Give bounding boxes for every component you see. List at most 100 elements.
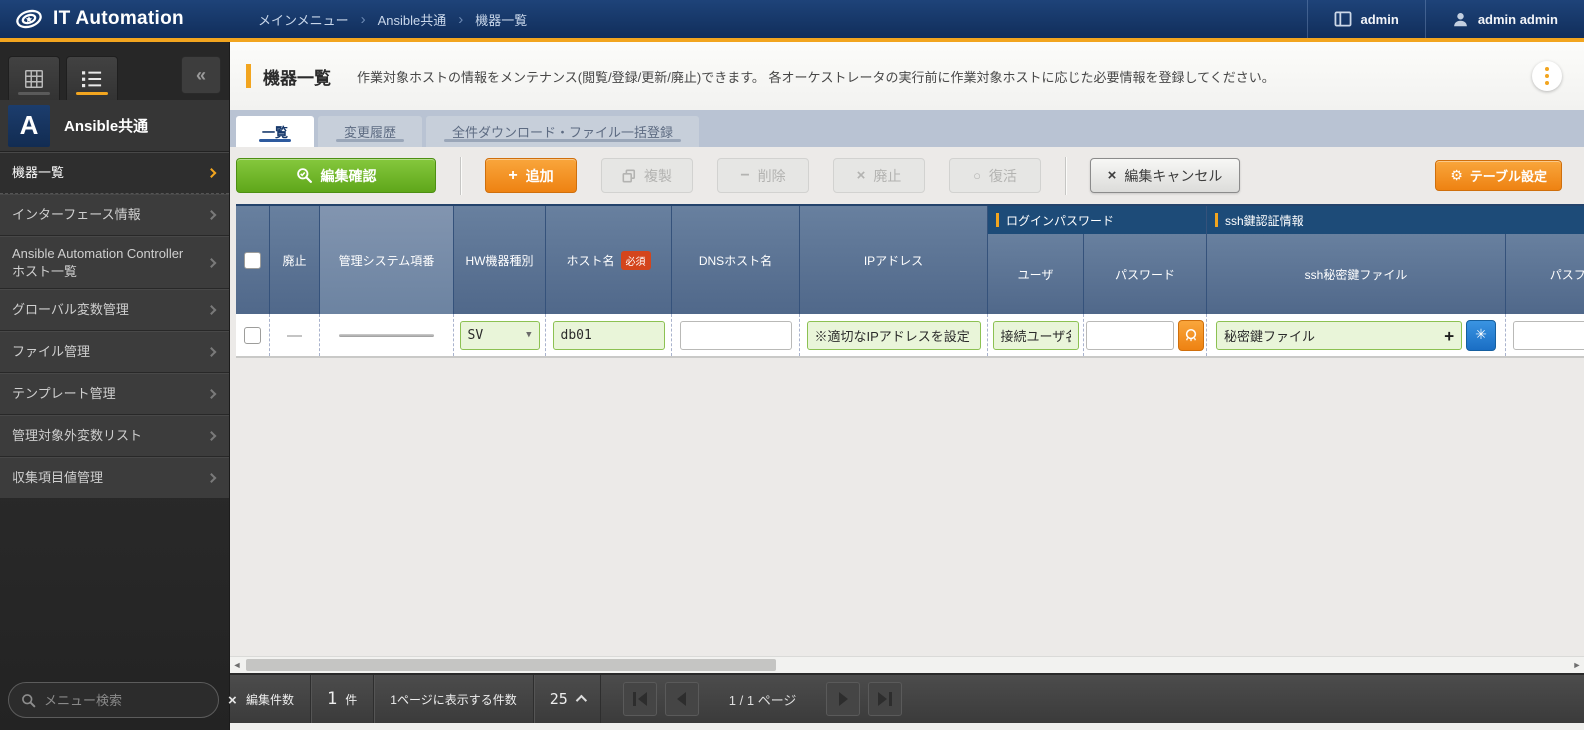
prev-page-icon: [677, 692, 686, 706]
work-area: 編集確認 + 追加 複製: [230, 147, 1584, 730]
app-window: IT Automation メインメニュー › Ansible共通 › 機器一覧…: [0, 0, 1584, 730]
bottom-strip: [230, 723, 1584, 730]
hw-type-select[interactable]: SV ▼: [460, 321, 540, 350]
breadcrumb-main-menu[interactable]: メインメニュー: [258, 10, 349, 29]
clear-search-icon[interactable]: ×: [228, 692, 237, 709]
row-checkbox[interactable]: [244, 327, 261, 344]
x-icon: ×: [857, 168, 866, 183]
table-settings-button[interactable]: ⚙ テーブル設定: [1435, 160, 1562, 191]
table-row: ― SV ▼: [236, 314, 1584, 358]
last-page-button[interactable]: [868, 682, 902, 716]
sidebar-item-aac-host-list[interactable]: Ansible Automation Controller ホスト一覧: [0, 236, 229, 289]
tab-bulk-download-upload[interactable]: 全件ダウンロード・ファイル一括登録: [426, 116, 699, 147]
column-system-id[interactable]: 管理システム項番: [320, 206, 454, 314]
edit-count: 1 件: [311, 675, 374, 723]
per-page-select[interactable]: 25: [534, 675, 601, 723]
column-hw-type[interactable]: HW機器種別: [454, 206, 546, 314]
eye-icon: [1183, 328, 1199, 342]
chevron-right-icon: [207, 210, 217, 220]
column-login-password[interactable]: パスワード: [1084, 234, 1207, 314]
sidebar-item-file-management[interactable]: ファイル管理: [0, 331, 229, 373]
toolbar-divider: [1065, 157, 1066, 195]
chevron-right-icon: [207, 389, 217, 399]
list-icon: [81, 69, 103, 89]
column-group-ssh-key: ssh鍵認証情報 ssh秘密鍵ファイル パスフレーズ: [1207, 206, 1584, 314]
chevron-right-icon: [207, 347, 217, 357]
column-ip-address[interactable]: IPアドレス: [800, 206, 988, 314]
sidebar-item-template-management[interactable]: テンプレート管理: [0, 373, 229, 415]
menu-search-input[interactable]: [44, 693, 220, 708]
breadcrumb-current-page: 機器一覧: [475, 10, 527, 29]
footer-bar: 編集件数 1 件 1ページに表示する件数 25: [230, 673, 1584, 723]
passphrase-input[interactable]: [1513, 321, 1584, 350]
breadcrumb-ansible-common[interactable]: Ansible共通: [378, 10, 447, 29]
discard-button[interactable]: × 廃止: [833, 158, 925, 193]
first-page-button[interactable]: [623, 682, 657, 716]
sidebar-tab-grid-view[interactable]: [8, 56, 60, 100]
dns-host-input[interactable]: [680, 321, 792, 350]
column-discard[interactable]: 廃止: [270, 206, 320, 314]
tab-change-history[interactable]: 変更履歴: [318, 116, 422, 147]
workspace-button[interactable]: admin: [1307, 0, 1425, 38]
scroll-left-arrow[interactable]: ◄: [230, 657, 244, 673]
user-icon: [1452, 11, 1469, 28]
prev-page-button[interactable]: [665, 682, 699, 716]
per-page-label: 1ページに表示する件数: [374, 675, 533, 723]
login-password-input[interactable]: [1086, 321, 1174, 350]
breadcrumb-separator-icon: ›: [361, 11, 366, 28]
sidebar-collapse-button[interactable]: «: [181, 56, 221, 94]
column-ssh-key-file[interactable]: ssh秘密鍵ファイル: [1207, 234, 1506, 314]
edit-confirm-button[interactable]: 編集確認: [236, 158, 436, 193]
workspace-label: admin: [1361, 12, 1399, 27]
plus-icon: +: [1444, 326, 1454, 345]
chevron-right-icon: [207, 473, 217, 483]
last-page-icon: [878, 692, 887, 706]
tab-list[interactable]: 一覧: [236, 116, 314, 147]
page-menu-button[interactable]: [1532, 61, 1562, 91]
duplicate-button[interactable]: 複製: [601, 158, 693, 193]
show-password-button[interactable]: [1178, 320, 1204, 351]
sidebar-item-unmanaged-variables[interactable]: 管理対象外変数リスト: [0, 415, 229, 457]
sidebar-item-interface-info[interactable]: インターフェース情報: [0, 194, 229, 236]
column-passphrase[interactable]: パスフレーズ: [1506, 234, 1584, 314]
scroll-right-arrow[interactable]: ►: [1570, 657, 1584, 673]
sidebar-item-global-variables[interactable]: グローバル変数管理: [0, 289, 229, 331]
app-title: IT Automation: [53, 8, 184, 30]
column-dns-host[interactable]: DNSホスト名: [672, 206, 800, 314]
restore-button[interactable]: ○ 復活: [949, 158, 1041, 193]
column-group-login-password: ログインパスワード ユーザ パスワード: [988, 206, 1207, 314]
edit-cancel-button[interactable]: × 編集キャンセル: [1090, 158, 1240, 193]
group-accent-bar: [996, 213, 999, 227]
select-all-cell: [236, 206, 270, 314]
column-login-user[interactable]: ユーザ: [988, 234, 1084, 314]
sidebar-item-device-list[interactable]: 機器一覧: [0, 152, 229, 194]
chevron-right-icon: [207, 305, 217, 315]
host-name-input[interactable]: [553, 321, 665, 350]
dropdown-arrow-icon: ▼: [526, 330, 531, 340]
kebab-dot: [1545, 67, 1549, 71]
login-user-input[interactable]: [993, 321, 1079, 350]
page-header: 機器一覧 作業対象ホストの情報をメンテナンス(閲覧/登録/更新/廃止)できます。…: [230, 42, 1584, 110]
scrollbar-thumb[interactable]: [246, 659, 776, 671]
chevron-up-icon: [576, 695, 587, 706]
ip-address-input[interactable]: [807, 321, 981, 350]
page-info: 1 / 1 ページ: [729, 690, 797, 709]
select-all-checkbox[interactable]: [244, 252, 261, 269]
app-logo[interactable]: IT Automation: [0, 0, 230, 38]
key-generate-button[interactable]: ✳: [1466, 320, 1496, 351]
sidebar-menu: 機器一覧 インターフェース情報 Ansible Automation Contr…: [0, 152, 229, 499]
menu-group-title: Ansible共通: [64, 115, 148, 136]
edit-toolbar: 編集確認 + 追加 複製: [230, 147, 1584, 204]
page-description: 作業対象ホストの情報をメンテナンス(閲覧/登録/更新/廃止)できます。 各オーケ…: [357, 67, 1275, 86]
sidebar-tab-list-view[interactable]: [66, 56, 118, 100]
sidebar-item-collection-values[interactable]: 収集項目値管理: [0, 457, 229, 499]
column-host-name[interactable]: ホスト名 必須: [546, 206, 672, 314]
title-accent-bar: [246, 64, 251, 88]
menu-search-box: ×: [8, 682, 219, 718]
delete-button[interactable]: − 削除: [717, 158, 809, 193]
next-page-button[interactable]: [826, 682, 860, 716]
main-content: 機器一覧 作業対象ホストの情報をメンテナンス(閲覧/登録/更新/廃止)できます。…: [230, 42, 1584, 730]
ssh-key-file-button[interactable]: 秘密鍵ファイル +: [1216, 321, 1462, 350]
add-button[interactable]: + 追加: [485, 158, 577, 193]
user-menu-button[interactable]: admin admin: [1425, 0, 1584, 38]
